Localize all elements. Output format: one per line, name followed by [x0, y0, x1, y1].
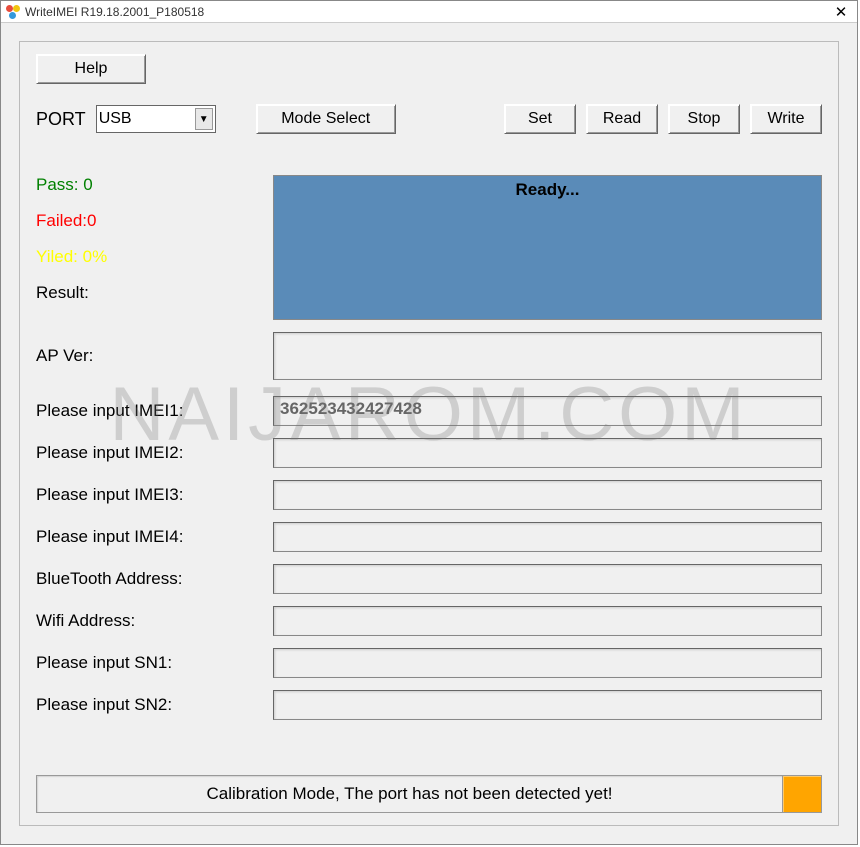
imei4-input[interactable]: [273, 522, 822, 552]
sn1-label: Please input SN1:: [36, 653, 273, 673]
sn2-input[interactable]: [273, 690, 822, 720]
stop-button[interactable]: Stop: [668, 104, 740, 134]
app-icon: [5, 4, 21, 20]
yield-count: Yiled: 0%: [36, 247, 256, 267]
close-button[interactable]: ✕: [829, 3, 853, 21]
port-label: PORT: [36, 109, 86, 130]
window-title: WriteIMEI R19.18.2001_P180518: [25, 5, 829, 19]
port-select[interactable]: USB ▼: [96, 105, 216, 133]
imei3-row: Please input IMEI3:: [36, 480, 822, 510]
status-display-text: Ready...: [516, 180, 580, 199]
pass-count: Pass: 0: [36, 175, 256, 195]
sn1-row: Please input SN1:: [36, 648, 822, 678]
imei2-row: Please input IMEI2:: [36, 438, 822, 468]
sn2-row: Please input SN2:: [36, 690, 822, 720]
sn1-input[interactable]: [273, 648, 822, 678]
write-button[interactable]: Write: [750, 104, 822, 134]
bluetooth-row: BlueTooth Address:: [36, 564, 822, 594]
read-button[interactable]: Read: [586, 104, 658, 134]
app-window: WriteIMEI R19.18.2001_P180518 ✕ Help POR…: [0, 0, 858, 845]
wifi-row: Wifi Address:: [36, 606, 822, 636]
set-button[interactable]: Set: [504, 104, 576, 134]
main-panel: Help PORT USB ▼ Mode Select Set Read Sto…: [19, 41, 839, 826]
failed-count: Failed:0: [36, 211, 256, 231]
imei4-label: Please input IMEI4:: [36, 527, 273, 547]
stats-area: Pass: 0 Failed:0 Yiled: 0% Result:: [36, 175, 256, 319]
mode-select-button[interactable]: Mode Select: [256, 104, 396, 134]
imei4-row: Please input IMEI4:: [36, 522, 822, 552]
client-area: Help PORT USB ▼ Mode Select Set Read Sto…: [1, 23, 857, 844]
statusbar-text: Calibration Mode, The port has not been …: [36, 775, 782, 813]
status-display: Ready...: [273, 175, 822, 320]
help-button[interactable]: Help: [36, 54, 146, 84]
apver-label: AP Ver:: [36, 346, 273, 366]
wifi-label: Wifi Address:: [36, 611, 273, 631]
imei3-input[interactable]: [273, 480, 822, 510]
titlebar: WriteIMEI R19.18.2001_P180518 ✕: [1, 1, 857, 23]
port-select-value: USB: [99, 110, 132, 128]
imei1-row: Please input IMEI1: 362523432427428: [36, 396, 822, 426]
imei2-input[interactable]: [273, 438, 822, 468]
apver-row: AP Ver:: [36, 332, 822, 380]
chevron-down-icon: ▼: [195, 108, 213, 130]
apver-input[interactable]: [273, 332, 822, 380]
statusbar: Calibration Mode, The port has not been …: [36, 775, 822, 813]
status-indicator: [782, 775, 822, 813]
imei1-input[interactable]: 362523432427428: [273, 396, 822, 426]
bluetooth-label: BlueTooth Address:: [36, 569, 273, 589]
toolbar: PORT USB ▼ Mode Select Set Read Stop Wri…: [36, 104, 822, 134]
wifi-input[interactable]: [273, 606, 822, 636]
imei1-label: Please input IMEI1:: [36, 401, 273, 421]
sn2-label: Please input SN2:: [36, 695, 273, 715]
form-area: AP Ver: Please input IMEI1: 362523432427…: [36, 332, 822, 732]
imei3-label: Please input IMEI3:: [36, 485, 273, 505]
imei2-label: Please input IMEI2:: [36, 443, 273, 463]
result-label: Result:: [36, 283, 256, 303]
bluetooth-input[interactable]: [273, 564, 822, 594]
